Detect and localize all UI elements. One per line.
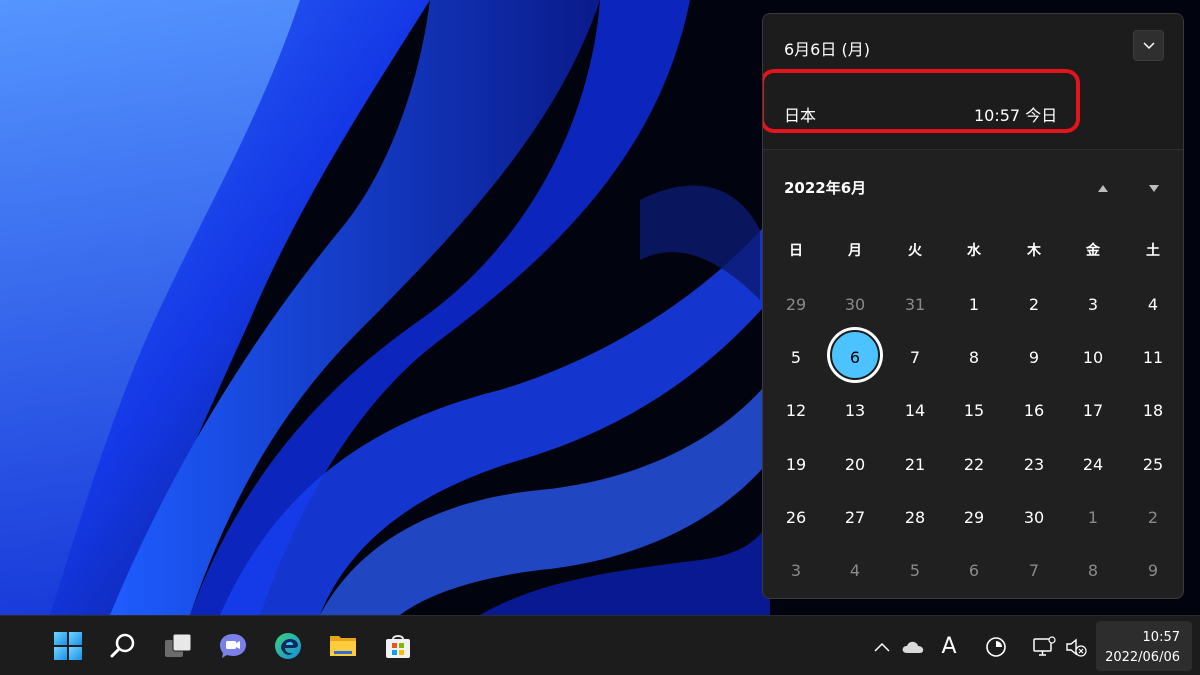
calendar-day[interactable]: 17 xyxy=(1068,401,1118,421)
edge-button[interactable] xyxy=(272,630,304,662)
calendar-day[interactable]: 19 xyxy=(771,455,821,475)
calendar-day[interactable]: 15 xyxy=(949,401,999,421)
start-button[interactable] xyxy=(52,630,84,662)
calendar-flyout: 6月6日 (月) 日本 10:57 今日 2022年6月 日 月 火 水 木 金… xyxy=(762,13,1184,599)
speaker-muted-icon xyxy=(1066,638,1087,657)
calendar-day-selected[interactable]: 6 xyxy=(830,348,880,368)
weekday-tue: 火 xyxy=(908,243,922,259)
calendar-day[interactable]: 28 xyxy=(890,508,940,528)
calendar-day[interactable]: 5 xyxy=(771,348,821,368)
calendar-day[interactable]: 7 xyxy=(890,348,940,368)
triangle-up-icon xyxy=(1098,184,1108,192)
calendar-day[interactable]: 30 xyxy=(1009,508,1059,528)
calendar-day[interactable]: 13 xyxy=(830,401,880,421)
calendar-day[interactable]: 1 xyxy=(949,295,999,315)
next-month-button[interactable] xyxy=(1139,176,1169,200)
calendar-day[interactable]: 2 xyxy=(1009,295,1059,315)
search-icon xyxy=(110,633,135,658)
previous-month-button[interactable] xyxy=(1088,176,1118,200)
calendar-day[interactable]: 22 xyxy=(949,455,999,475)
header-date[interactable]: 6月6日 (月) xyxy=(784,36,870,60)
calendar-day[interactable]: 27 xyxy=(830,508,880,528)
volume-button[interactable] xyxy=(1065,636,1087,658)
weekday-sun: 日 xyxy=(789,243,803,259)
search-button[interactable] xyxy=(107,630,139,662)
calendar-day[interactable]: 31 xyxy=(890,295,940,315)
calendar-day[interactable]: 10 xyxy=(1068,348,1118,368)
file-explorer-button[interactable] xyxy=(327,630,359,662)
chat-icon xyxy=(220,634,246,658)
show-hidden-icons-button[interactable] xyxy=(873,636,891,658)
calendar-day[interactable]: 12 xyxy=(771,401,821,421)
calendar-day[interactable]: 7 xyxy=(1009,561,1059,581)
weekday-fri: 金 xyxy=(1086,243,1100,259)
calendar-day[interactable]: 14 xyxy=(890,401,940,421)
calendar-day[interactable]: 25 xyxy=(1128,455,1178,475)
edge-icon xyxy=(275,633,301,659)
weekday-thu: 木 xyxy=(1027,243,1041,259)
calendar-day[interactable]: 5 xyxy=(890,561,940,581)
onedrive-button[interactable] xyxy=(901,636,925,658)
collapse-button[interactable] xyxy=(1133,30,1164,61)
calendar-day[interactable]: 8 xyxy=(1068,561,1118,581)
calendar-day[interactable]: 11 xyxy=(1128,348,1178,368)
chevron-up-icon xyxy=(874,642,890,652)
calendar-day[interactable]: 23 xyxy=(1009,455,1059,475)
calendar-day[interactable]: 3 xyxy=(771,561,821,581)
highlight-annotation xyxy=(763,69,1080,133)
calendar-day[interactable]: 18 xyxy=(1128,401,1178,421)
calendar-day[interactable]: 9 xyxy=(1128,561,1178,581)
calendar-day[interactable]: 6 xyxy=(949,561,999,581)
task-view-button[interactable] xyxy=(162,630,194,662)
weekday-sat: 土 xyxy=(1146,243,1160,259)
triangle-down-icon xyxy=(1149,184,1159,192)
calendar-day[interactable]: 8 xyxy=(949,348,999,368)
calendar-day[interactable]: 29 xyxy=(771,295,821,315)
circle-icon xyxy=(986,637,1006,657)
onedrive-cloud-icon xyxy=(902,641,924,653)
task-view-icon xyxy=(165,633,192,657)
chat-button[interactable] xyxy=(217,630,249,662)
calendar-day[interactable]: 26 xyxy=(771,508,821,528)
taskbar-clock-button[interactable]: 10:57 2022/06/06 xyxy=(1096,621,1192,671)
calendar-day[interactable]: 2 xyxy=(1128,508,1178,528)
taskbar: A 10:57 2022/06/06 xyxy=(0,615,1200,675)
weekday-wed: 水 xyxy=(967,243,981,259)
microsoft-store-button[interactable] xyxy=(382,630,414,662)
month-label[interactable]: 2022年6月 xyxy=(784,177,866,198)
calendar-day[interactable]: 20 xyxy=(830,455,880,475)
calendar-day[interactable]: 4 xyxy=(830,561,880,581)
file-explorer-icon xyxy=(330,636,356,656)
calendar-day[interactable]: 4 xyxy=(1128,295,1178,315)
network-button[interactable] xyxy=(1031,636,1057,658)
network-icon xyxy=(1033,636,1056,656)
circle-tray-button[interactable] xyxy=(984,636,1008,658)
ime-icon[interactable]: A xyxy=(938,636,960,658)
calendar-day[interactable]: 3 xyxy=(1068,295,1118,315)
weekday-mon: 月 xyxy=(848,243,862,259)
calendar-day[interactable]: 30 xyxy=(830,295,880,315)
calendar-day[interactable]: 29 xyxy=(949,508,999,528)
microsoft-store-icon xyxy=(386,635,410,658)
calendar-day[interactable]: 9 xyxy=(1009,348,1059,368)
calendar-day[interactable]: 1 xyxy=(1068,508,1118,528)
flyout-header: 6月6日 (月) 日本 10:57 今日 xyxy=(763,14,1183,150)
taskbar-time: 10:57 xyxy=(1142,630,1180,645)
calendar-day[interactable]: 16 xyxy=(1009,401,1059,421)
calendar-day[interactable]: 24 xyxy=(1068,455,1118,475)
windows-start-icon xyxy=(54,632,82,660)
taskbar-date: 2022/06/06 xyxy=(1105,650,1180,665)
calendar-day[interactable]: 21 xyxy=(890,455,940,475)
chevron-down-icon xyxy=(1142,41,1155,49)
